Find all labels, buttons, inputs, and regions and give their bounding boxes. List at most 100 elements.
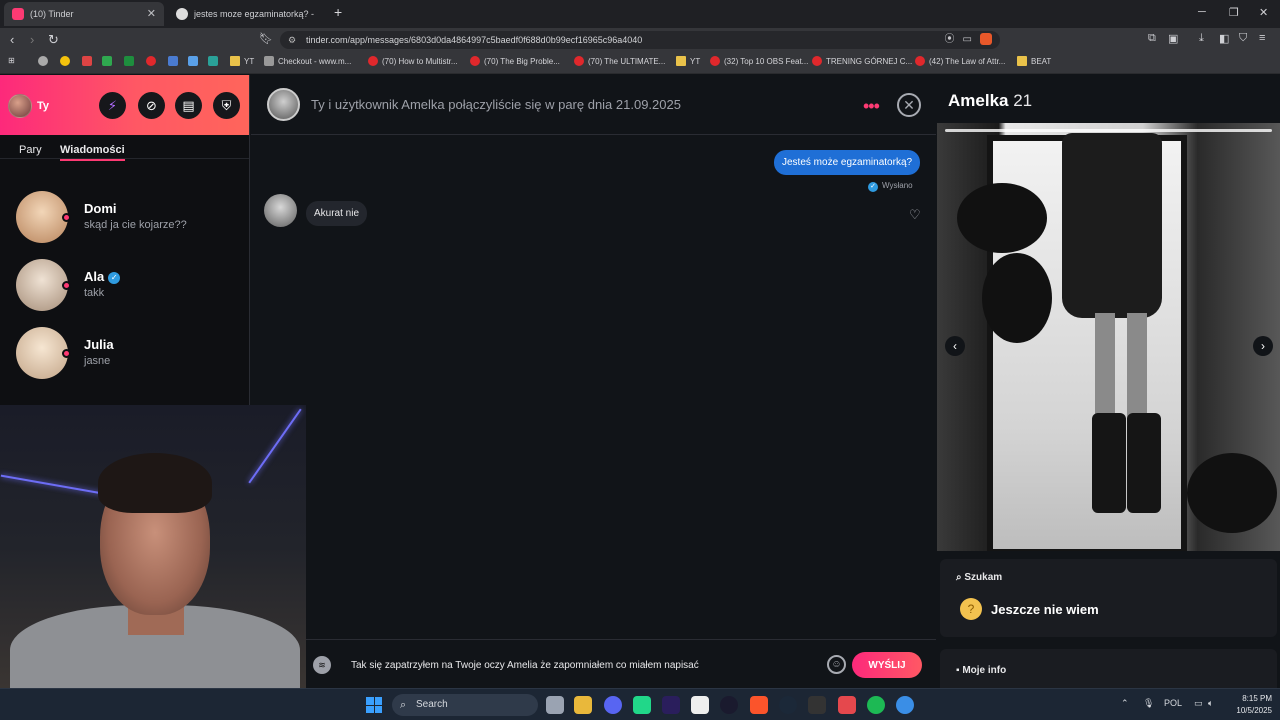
conversation-item[interactable]: Ala ✓ takk xyxy=(0,253,248,319)
globe-icon[interactable] xyxy=(896,696,914,714)
tab-tinder[interactable]: (10) Tinder ✕ xyxy=(4,2,164,26)
bookmark-smile-icon[interactable] xyxy=(60,56,74,66)
bookmark-trening[interactable]: TRENING GÓRNEJ C... xyxy=(812,56,912,66)
microphone-icon[interactable]: 🎙︎ xyxy=(1143,698,1154,709)
close-tab-icon[interactable]: ✕ xyxy=(147,7,156,20)
gif-sticker-icon[interactable]: ≋ xyxy=(313,656,331,674)
obs-icon[interactable] xyxy=(720,696,738,714)
location-icon[interactable]: ⦿ xyxy=(945,34,963,45)
reload-icon[interactable]: ↻ xyxy=(48,32,59,48)
bookmark-icon-d[interactable] xyxy=(208,56,222,66)
menu-icon[interactable]: ≡ xyxy=(1259,32,1265,44)
pycharm-icon[interactable] xyxy=(633,696,651,714)
bookmark-ultimate[interactable]: (70) The ULTIMATE... xyxy=(574,56,665,66)
photo-progress-bar xyxy=(945,129,1272,132)
url-field[interactable]: ⚙ tinder.com/app/messages/6803d0da486499… xyxy=(280,31,1000,49)
close-chat-icon[interactable]: ✕ xyxy=(897,93,921,117)
bookmark-sheets-icon[interactable] xyxy=(124,56,138,66)
previous-photo-icon[interactable]: ‹ xyxy=(945,336,965,356)
bookmark-folder-yt[interactable]: YT xyxy=(676,56,700,66)
back-icon[interactable]: ‹ xyxy=(10,32,14,47)
bookmark-folder-beat[interactable]: BEAT xyxy=(1017,56,1051,66)
bookmark-apple-icon[interactable] xyxy=(38,56,52,66)
recorder-icon[interactable] xyxy=(838,696,856,714)
boost-icon[interactable]: ⚡ xyxy=(99,92,126,119)
bookmark-icon[interactable]: 🔖︎ xyxy=(259,32,273,45)
tab-search[interactable]: jestes moze egzaminatorką? - Szukaj xyxy=(168,2,328,26)
taskbar-search[interactable]: ⌕ Search xyxy=(392,694,538,716)
chat-panel: Ty i użytkownik Amelka połączyliście się… xyxy=(251,75,936,688)
steam-icon[interactable] xyxy=(779,696,797,714)
explore-icon[interactable]: ⊘ xyxy=(138,92,165,119)
unread-dot xyxy=(62,349,71,358)
task-view-icon[interactable] xyxy=(546,696,564,714)
conversation-name: Julia xyxy=(84,337,114,352)
bookmark-obs[interactable]: (32) Top 10 OBS Feat... xyxy=(710,56,808,66)
wallet-icon[interactable]: ▣ xyxy=(1168,32,1178,45)
spotify-icon[interactable] xyxy=(867,696,885,714)
capcut-icon[interactable] xyxy=(691,696,709,714)
conversation-item[interactable]: Domi skąd ja cie kojarze?? xyxy=(0,185,248,251)
taskbar-clock[interactable]: 8:15 PM 10/5/2025 xyxy=(1220,693,1272,717)
sidebar-toggle-icon[interactable]: ◧ xyxy=(1219,32,1229,45)
cast-icon[interactable]: ▭ xyxy=(963,34,980,45)
new-tab-icon[interactable]: + xyxy=(334,4,342,20)
thinking-face-icon: ? xyxy=(960,598,982,620)
photo-plant xyxy=(957,183,1047,253)
restore-icon[interactable]: ❐ xyxy=(1229,6,1239,19)
volume-icon[interactable]: 🔈︎ xyxy=(1208,698,1213,709)
bookmark-checkout[interactable]: Checkout - www.m... xyxy=(264,56,351,66)
youtube-icon xyxy=(710,56,720,66)
brave-icon[interactable] xyxy=(750,696,768,714)
terminal-icon[interactable] xyxy=(808,696,826,714)
discord-icon[interactable] xyxy=(604,696,622,714)
extensions-icon[interactable]: ⧉ xyxy=(1148,32,1156,45)
message-input[interactable] xyxy=(351,654,811,676)
match-avatar[interactable] xyxy=(267,88,300,121)
like-message-heart-icon[interactable]: ♡ xyxy=(909,207,921,223)
conversation-item[interactable]: Julia jasne xyxy=(0,321,248,387)
bookmark-icon-a[interactable] xyxy=(168,56,182,66)
apps-icon[interactable]: ⊞ xyxy=(8,56,15,65)
forward-icon[interactable]: › xyxy=(30,32,34,47)
tray-overflow-icon[interactable]: ⌃ xyxy=(1121,698,1129,709)
premiere-icon[interactable] xyxy=(662,696,680,714)
network-icon[interactable]: ▭ xyxy=(1194,698,1203,709)
bookmark-gmail-icon[interactable] xyxy=(82,56,96,66)
sender-avatar[interactable] xyxy=(264,194,297,227)
site-info-icon[interactable]: ⚙ xyxy=(288,31,296,49)
minimize-icon[interactable]: ─ xyxy=(1198,6,1206,18)
tab-matches[interactable]: Pary xyxy=(19,144,42,156)
shield-icon[interactable]: ⛨ xyxy=(213,92,240,119)
file-explorer-icon[interactable] xyxy=(574,696,592,714)
bookmark-drive-icon[interactable] xyxy=(102,56,116,66)
unread-dot xyxy=(62,213,71,222)
bookmark-big-problem[interactable]: (70) The Big Proble... xyxy=(470,56,560,66)
bookmark-law-of-attraction[interactable]: (42) The Law of Attr... xyxy=(915,56,1005,66)
my-avatar[interactable] xyxy=(8,94,32,118)
send-button[interactable]: WYŚLIJ xyxy=(852,652,922,678)
bookmark-folder-yt-first[interactable]: YT xyxy=(230,56,254,66)
keyboard-language[interactable]: POL xyxy=(1164,698,1182,708)
bookmark-multistream[interactable]: (70) How to Multistr... xyxy=(368,56,458,66)
downloads-icon[interactable]: ⤓ xyxy=(1199,32,1204,45)
verified-badge-icon: ✓ xyxy=(108,272,121,284)
youtube-icon xyxy=(574,56,584,66)
briefcase-icon[interactable]: ▤ xyxy=(175,92,202,119)
brave-shields-icon[interactable] xyxy=(980,33,992,46)
more-options-icon[interactable]: ••• xyxy=(863,96,880,117)
youtube-icon xyxy=(470,56,480,66)
bookmark-icon-b[interactable] xyxy=(188,56,202,66)
bookmark-youtube-icon[interactable] xyxy=(146,56,160,66)
tab-messages[interactable]: Wiadomości xyxy=(60,144,125,161)
search-icon: ⌕ xyxy=(400,699,407,711)
start-button-icon[interactable] xyxy=(366,697,382,713)
my-profile-label[interactable]: Ty xyxy=(37,100,49,112)
vpn-icon[interactable]: ⛉ xyxy=(1239,32,1247,45)
emoji-icon[interactable]: ☺ xyxy=(827,655,846,674)
next-photo-icon[interactable]: › xyxy=(1253,336,1273,356)
photo-figure-boot xyxy=(1127,413,1161,513)
profile-photo[interactable] xyxy=(937,123,1280,551)
browser-tab-strip: (10) Tinder ✕ jestes moze egzaminatorką?… xyxy=(0,0,1280,28)
close-window-icon[interactable]: ✕ xyxy=(1259,6,1268,19)
